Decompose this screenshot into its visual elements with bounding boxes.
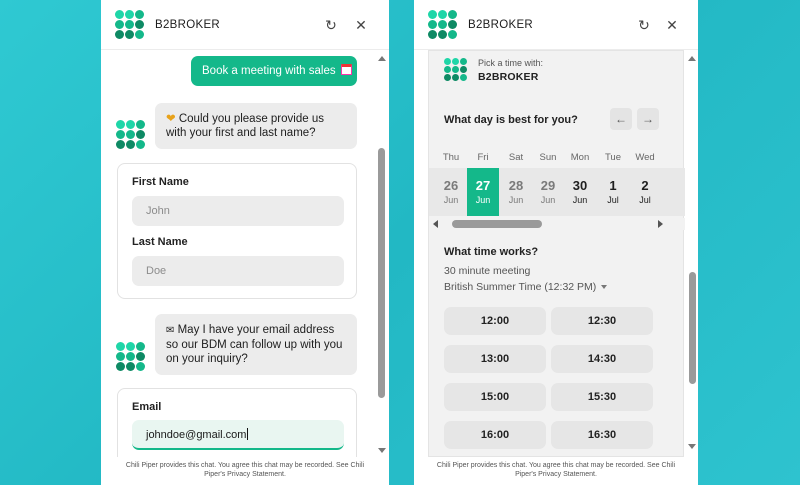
arrow-right-icon[interactable]: → [637,108,659,130]
date-month: Jul [607,195,619,205]
weekday-label: Mon [570,152,590,163]
meeting-duration: 30 minute meeting [444,265,531,277]
date-cell: 26 Jun [435,168,467,216]
chat-header: B2BROKER ↻ ✕ [101,0,389,50]
scroll-down-icon[interactable] [378,448,386,453]
date-number: 26 [443,178,459,193]
scrollbar[interactable] [687,50,696,457]
date-month: Jun [475,195,491,205]
bot-message-email: ✉ May I have your email address so our B… [155,314,357,375]
scroll-down-icon[interactable] [688,444,696,449]
time-slot-button[interactable]: 12:00 [444,307,546,335]
chat-header: B2BROKER ↻ ✕ [414,0,698,50]
bot-message-text: Could you please provide us with your fi… [166,113,324,139]
last-name-field[interactable]: Doe [132,256,344,286]
weekday-label: Thu [442,152,460,163]
chat-footer: Chili Piper provides this chat. You agre… [101,457,389,485]
date-number: 2 [641,178,649,193]
scroll-up-icon[interactable] [378,56,386,61]
date-cell: 28 Jun [500,168,532,216]
name-form-card: First Name John Last Name Doe [117,163,357,299]
chat-footer: Chili Piper provides this chat. You agre… [414,457,698,485]
date-number: 29 [540,178,556,193]
weekday-label: Wed [635,152,655,163]
heart-icon: ❤ [166,113,176,125]
weekday-label: Tue [604,152,622,163]
time-slot-button[interactable]: 15:30 [551,383,653,411]
date-cell[interactable]: 30 Jun [564,168,596,216]
horizontal-scrollbar-thumb[interactable] [452,220,542,228]
scroll-up-icon[interactable] [688,56,696,61]
bot-avatar [116,342,146,372]
bot-avatar [116,120,146,150]
brand-logo [115,9,145,40]
date-month: Jun [540,195,556,205]
date-month: Jun [508,195,524,205]
time-slot-button[interactable]: 15:00 [444,383,546,411]
user-message-text: Book a meeting with sales [202,65,336,77]
pick-time-label: Pick a time with: [478,58,544,68]
header-title: B2BROKER [468,18,534,31]
time-slot-button[interactable]: 12:30 [551,307,653,335]
close-icon[interactable]: ✕ [353,17,369,33]
date-number: 1 [609,178,617,193]
first-name-label: First Name [132,176,189,188]
date-month: Jun [443,195,459,205]
first-name-field[interactable]: John [132,196,344,226]
date-cell[interactable]: 1 Jul [597,168,629,216]
date-number: 28 [508,178,524,193]
date-number: 27 [475,178,491,193]
chevron-down-icon [601,285,608,289]
date-month: Jul [639,195,651,205]
scroll-right-icon[interactable] [658,220,663,228]
date-month: Jun [572,195,588,205]
text-caret [247,428,249,440]
envelope-icon: ✉ [166,325,175,336]
refresh-icon[interactable]: ↻ [636,17,652,33]
arrow-left-icon[interactable]: ← [610,108,632,130]
email-label: Email [132,401,162,413]
weekday-label: Sat [508,152,524,163]
calendar-icon [340,64,352,75]
time-slot-button[interactable]: 13:00 [444,345,546,373]
date-number: 30 [572,178,588,193]
chat-panel-right: B2BROKER ↻ ✕ Pick a time with: B2BROKER … [414,0,698,485]
date-cell[interactable]: 2 Jul [629,168,661,216]
time-question: What time works? [444,246,539,258]
date-cell: 29 Jun [532,168,564,216]
last-name-label: Last Name [132,236,188,248]
refresh-icon[interactable]: ↻ [323,17,339,33]
time-slot-button[interactable]: 14:30 [551,345,653,373]
time-slot-button[interactable]: 16:30 [551,421,653,449]
scrollbar-thumb[interactable] [689,272,696,384]
bot-message-text: May I have your email address so our BDM… [166,324,343,365]
email-form-card: Email johndoe@gmail.com [117,388,357,468]
user-message-bubble: Book a meeting with sales [191,56,357,86]
bot-message-name: ❤ Could you please provide us with your … [155,103,357,149]
host-name: B2BROKER [478,71,539,83]
weekday-label: Fri [477,152,489,163]
day-question: What day is best for you? [444,114,578,126]
brand-logo [428,9,458,40]
close-icon[interactable]: ✕ [664,17,680,33]
email-value: johndoe@gmail.com [146,429,247,441]
host-avatar [444,58,468,82]
timezone-text: British Summer Time (12:32 PM) [444,281,597,293]
scrollbar-thumb[interactable] [378,148,385,398]
chat-panel-left: B2BROKER ↻ ✕ Book a meeting with sales ❤… [101,0,389,485]
weekday-label: Sun [539,152,557,163]
email-field[interactable]: johndoe@gmail.com [132,420,344,450]
scroll-left-icon[interactable] [433,220,438,228]
header-title: B2BROKER [155,18,221,31]
time-slot-button[interactable]: 16:00 [444,421,546,449]
timezone-select[interactable]: British Summer Time (12:32 PM) [444,281,608,293]
date-cell[interactable]: 27 Jun [467,168,499,216]
